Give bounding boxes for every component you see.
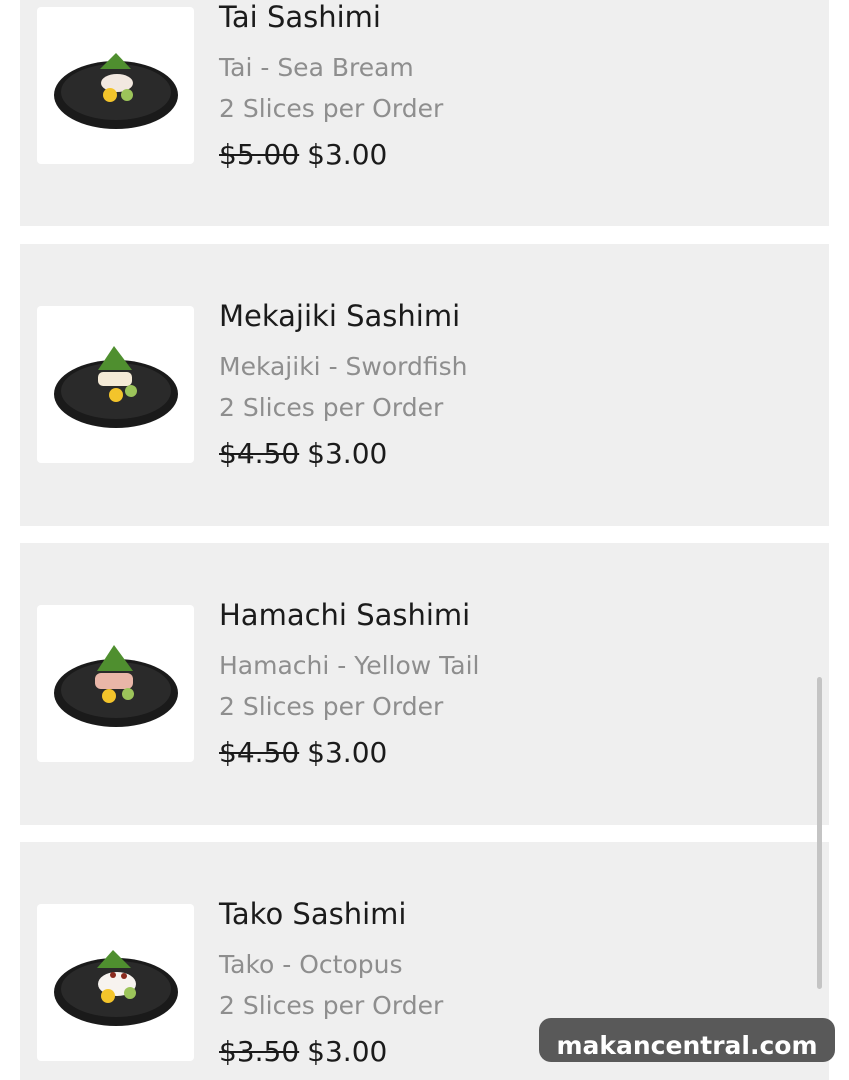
- item-subtitle: Hamachi - Yellow Tail: [219, 651, 480, 680]
- item-info: Tai Sashimi Tai - Sea Bream 2 Slices per…: [219, 0, 809, 173]
- menu-item-card[interactable]: Mekajiki Sashimi Mekajiki - Swordfish 2 …: [20, 244, 829, 526]
- old-price: $4.50: [219, 437, 300, 470]
- item-portion: 2 Slices per Order: [219, 393, 444, 422]
- menu-item-card[interactable]: Tai Sashimi Tai - Sea Bream 2 Slices per…: [20, 0, 829, 226]
- item-name: Tai Sashimi: [219, 0, 381, 34]
- scrollbar[interactable]: [817, 677, 822, 989]
- item-subtitle: Mekajiki - Swordfish: [219, 352, 468, 381]
- item-photo: [37, 306, 194, 463]
- price-row: $5.00 $3.00: [219, 137, 809, 173]
- sashimi-plate-icon: [54, 346, 178, 428]
- price-row: $4.50 $3.00: [219, 436, 809, 472]
- item-photo: [37, 904, 194, 1061]
- item-photo: [37, 605, 194, 762]
- sashimi-plate-icon: [54, 950, 178, 1026]
- old-price: $4.50: [219, 736, 300, 769]
- watermark-badge: makancentral.com: [539, 1018, 835, 1062]
- new-price: $3.00: [307, 736, 388, 769]
- item-portion: 2 Slices per Order: [219, 94, 444, 123]
- menu-item-card[interactable]: Hamachi Sashimi Hamachi - Yellow Tail 2 …: [20, 543, 829, 825]
- sashimi-plate-icon: [54, 53, 178, 129]
- item-info: Mekajiki Sashimi Mekajiki - Swordfish 2 …: [219, 298, 809, 472]
- old-price: $5.00: [219, 138, 300, 171]
- item-name: Tako Sashimi: [219, 897, 407, 931]
- menu-list-page: Tai Sashimi Tai - Sea Bream 2 Slices per…: [0, 0, 849, 1080]
- sashimi-plate-icon: [54, 645, 178, 727]
- item-photo: [37, 7, 194, 164]
- new-price: $3.00: [307, 437, 388, 470]
- price-row: $4.50 $3.00: [219, 735, 809, 771]
- new-price: $3.00: [307, 138, 388, 171]
- item-subtitle: Tako - Octopus: [219, 950, 403, 979]
- new-price: $3.00: [307, 1035, 388, 1068]
- item-name: Hamachi Sashimi: [219, 598, 471, 632]
- old-price: $3.50: [219, 1035, 300, 1068]
- item-subtitle: Tai - Sea Bream: [219, 53, 414, 82]
- item-portion: 2 Slices per Order: [219, 692, 444, 721]
- item-info: Hamachi Sashimi Hamachi - Yellow Tail 2 …: [219, 597, 809, 771]
- item-name: Mekajiki Sashimi: [219, 299, 461, 333]
